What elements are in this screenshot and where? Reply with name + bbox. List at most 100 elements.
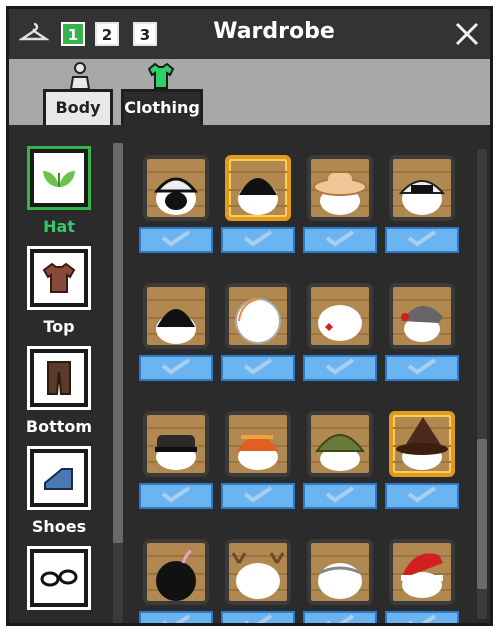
- bomb-hat-item[interactable]: [139, 539, 215, 623]
- checkmark-icon: [405, 229, 439, 251]
- category-tabstrip: Body Clothing: [9, 59, 490, 125]
- select-button[interactable]: [139, 483, 213, 509]
- select-button[interactable]: [303, 611, 377, 623]
- grid-scrollbar[interactable]: [477, 149, 487, 619]
- black-knit-hat-icon: [156, 309, 196, 344]
- straw-hat-icon: [313, 173, 367, 215]
- title-bar: 1 2 3 Wardrobe: [9, 9, 490, 59]
- bomb-hat-thumbnail[interactable]: [143, 539, 209, 605]
- army-helmet-hat-item[interactable]: [303, 411, 379, 509]
- category-accessory[interactable]: [23, 549, 95, 607]
- white-bandana-hat-thumbnail[interactable]: [143, 155, 209, 221]
- checkmark-icon: [241, 229, 275, 251]
- category-hat-box: [30, 149, 88, 207]
- checkmark-icon: [241, 485, 275, 507]
- white-helmet-hat-icon: [235, 298, 281, 344]
- select-button[interactable]: [385, 355, 459, 381]
- orange-beanie-hat-item[interactable]: [221, 411, 297, 509]
- select-button[interactable]: [303, 227, 377, 253]
- select-button[interactable]: [385, 611, 459, 623]
- white-bandana-hat-item[interactable]: [139, 155, 215, 253]
- bow-hat-thumbnail[interactable]: [307, 283, 373, 349]
- bandage-hat-icon: [318, 563, 362, 599]
- black-knit-hat-thumbnail[interactable]: [143, 283, 209, 349]
- black-knit-hat-item[interactable]: [139, 283, 215, 381]
- category-accessory-box: [30, 549, 88, 607]
- straw-hat-thumbnail[interactable]: [307, 155, 373, 221]
- checkmark-icon: [159, 357, 193, 379]
- sidebar-scrollbar[interactable]: [113, 143, 123, 623]
- select-button[interactable]: [221, 227, 295, 253]
- window-title: Wardrobe: [213, 19, 335, 44]
- select-button[interactable]: [139, 355, 213, 381]
- grey-beret-hat-thumbnail[interactable]: [389, 283, 455, 349]
- checkmark-icon: [405, 357, 439, 379]
- aviator-cap-hat-icon: [398, 180, 446, 215]
- bow-hat-item[interactable]: [303, 283, 379, 381]
- grey-beret-hat-icon: [401, 305, 443, 342]
- santa-hat-item[interactable]: [385, 539, 461, 623]
- checkmark-icon: [323, 229, 357, 251]
- category-hat[interactable]: Hat: [23, 149, 95, 236]
- select-button[interactable]: [221, 611, 295, 623]
- category-top[interactable]: Top: [23, 249, 95, 336]
- black-beanie-hat-thumbnail[interactable]: [225, 155, 291, 221]
- select-button[interactable]: [385, 483, 459, 509]
- select-button[interactable]: [139, 611, 213, 623]
- aviator-cap-hat-thumbnail[interactable]: [389, 155, 455, 221]
- army-helmet-hat-icon: [315, 434, 365, 471]
- aviator-cap-hat-item[interactable]: [385, 155, 461, 253]
- outfit-tab-3[interactable]: 3: [133, 22, 157, 46]
- outfit-tab-1[interactable]: 1: [61, 22, 85, 46]
- checkmark-icon: [159, 229, 193, 251]
- select-button[interactable]: [385, 227, 459, 253]
- hanger-icon: [19, 22, 49, 41]
- black-beanie-hat-item[interactable]: [221, 155, 297, 253]
- wardrobe-window: 1 2 3 Wardrobe Body Clothing Hat Top Bot…: [6, 6, 493, 626]
- grid-scrollbar-thumb[interactable]: [477, 439, 487, 589]
- category-top-box: [30, 249, 88, 307]
- army-helmet-hat-thumbnail[interactable]: [307, 411, 373, 477]
- select-button[interactable]: [139, 227, 213, 253]
- select-button[interactable]: [303, 355, 377, 381]
- antlers-hat-thumbnail[interactable]: [225, 539, 291, 605]
- grey-beret-hat-item[interactable]: [385, 283, 461, 381]
- santa-hat-thumbnail[interactable]: [389, 539, 455, 605]
- witch-hat-item[interactable]: [385, 411, 461, 509]
- sidebar-scrollbar-thumb[interactable]: [113, 143, 123, 543]
- pants-icon: [47, 361, 71, 395]
- checkmark-icon: [405, 613, 439, 623]
- checkmark-icon: [241, 613, 275, 623]
- select-button[interactable]: [221, 355, 295, 381]
- straw-hat-item[interactable]: [303, 155, 379, 253]
- category-bottom[interactable]: Bottom: [23, 349, 95, 436]
- close-icon[interactable]: [454, 21, 480, 47]
- shoe-icon: [44, 468, 73, 490]
- outfit-tab-2[interactable]: 2: [95, 22, 119, 46]
- orange-beanie-hat-thumbnail[interactable]: [225, 411, 291, 477]
- bandage-hat-thumbnail[interactable]: [307, 539, 373, 605]
- witch-hat-thumbnail[interactable]: [389, 411, 455, 477]
- police-cap-hat-item[interactable]: [139, 411, 215, 509]
- top-shirt-icon: [42, 262, 76, 293]
- police-cap-hat-thumbnail[interactable]: [143, 411, 209, 477]
- mannequin-icon: [69, 62, 91, 90]
- antlers-hat-item[interactable]: [221, 539, 297, 623]
- white-helmet-hat-thumbnail[interactable]: [225, 283, 291, 349]
- tab-clothing[interactable]: Clothing: [121, 89, 203, 125]
- police-cap-hat-icon: [155, 435, 197, 470]
- category-shoes[interactable]: Shoes: [23, 449, 95, 536]
- white-helmet-hat-item[interactable]: [221, 283, 297, 381]
- tab-body[interactable]: Body: [43, 89, 113, 125]
- bandage-hat-item[interactable]: [303, 539, 379, 623]
- shirt-icon: [147, 62, 175, 89]
- bomb-hat-icon: [156, 549, 196, 601]
- category-top-label: Top: [43, 317, 75, 336]
- witch-hat-icon: [396, 417, 448, 470]
- select-button[interactable]: [303, 483, 377, 509]
- checkmark-icon: [323, 613, 357, 623]
- checkmark-icon: [159, 613, 193, 623]
- select-button[interactable]: [221, 483, 295, 509]
- glasses-icon: [40, 569, 78, 587]
- checkmark-icon: [405, 485, 439, 507]
